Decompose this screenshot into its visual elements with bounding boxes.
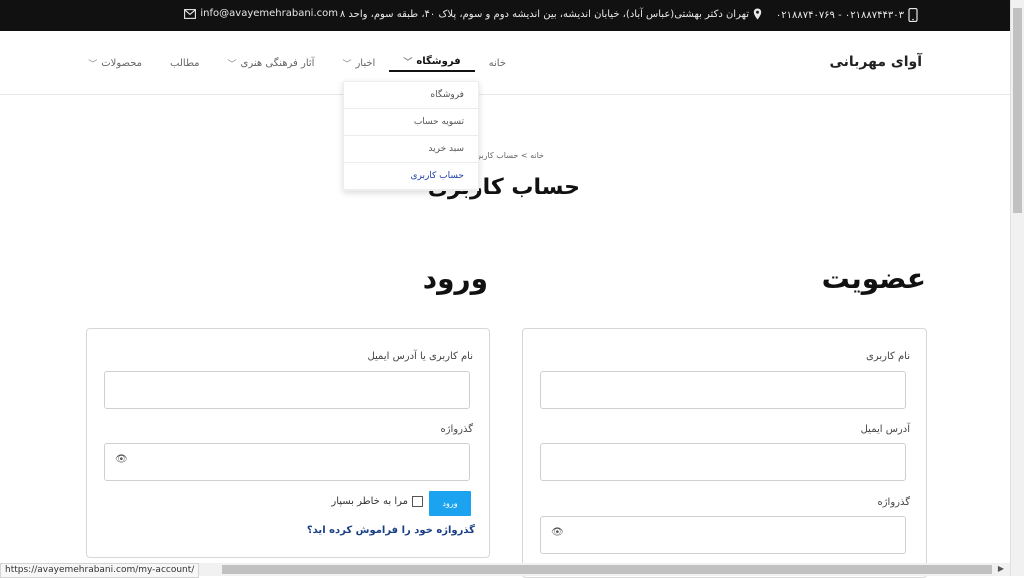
address-text: تهران دکتر بهشتی(عباس آباد)، خیابان اندی… — [339, 8, 749, 20]
dropdown-item-shop[interactable]: فروشگاه — [344, 82, 478, 109]
chevron-down-icon: ﹀ — [227, 60, 237, 70]
register-email-label: آدرس ایمیل — [860, 424, 910, 435]
address-info: تهران دکتر بهشتی(عباس آباد)، خیابان اندی… — [340, 8, 762, 20]
phone-info[interactable]: ۰۲۱۸۸۷۴۴۳۰۳ - ۰۲۱۸۸۷۴۰۷۶۹ — [776, 8, 918, 22]
register-email-input[interactable] — [540, 443, 906, 481]
chevron-down-icon: ﹀ — [403, 58, 413, 68]
horizontal-scroll-thumb[interactable] — [222, 565, 992, 574]
nav-cultural-works[interactable]: آثار فرهنگی هنری ﹀ — [214, 55, 329, 72]
register-username-input[interactable] — [540, 371, 906, 409]
chevron-down-icon: ﹀ — [342, 60, 352, 70]
login-password-input[interactable]: 👁 — [104, 443, 470, 481]
nav-articles[interactable]: مطالب — [156, 55, 213, 72]
dropdown-item-my-account[interactable]: حساب کاربری — [344, 163, 478, 190]
remember-label: مرا به خاطر بسپار — [331, 496, 408, 507]
vertical-scroll-thumb[interactable] — [1013, 8, 1022, 213]
mail-icon — [184, 8, 197, 19]
nav-shop[interactable]: فروشگاه ﹀ — [389, 55, 475, 72]
main-nav: خانه فروشگاه ﹀ اخبار ﹀ آثار فرهنگی هنری ﹀ م… — [74, 55, 520, 72]
register-form: نام کاربری آدرس ایمیل گذرواژه 👁 — [522, 328, 927, 578]
nav-products[interactable]: محصولات ﹀ — [74, 55, 156, 72]
breadcrumb[interactable]: خانه > حساب کاربری — [471, 151, 544, 160]
eye-icon[interactable]: 👁 — [115, 454, 128, 465]
phone-icon — [908, 8, 918, 22]
remember-checkbox[interactable] — [412, 496, 423, 507]
phone-text: ۰۲۱۸۸۷۴۴۳۰۳ - ۰۲۱۸۸۷۴۰۷۶۹ — [775, 9, 904, 21]
register-title: عضویت — [821, 262, 926, 295]
register-username-label: نام کاربری — [866, 351, 910, 362]
dropdown-item-cart[interactable]: سبد خرید — [344, 136, 478, 163]
login-button[interactable]: ورود — [429, 491, 471, 516]
shop-dropdown-menu: فروشگاه تسویه حساب سبد خرید حساب کاربری — [343, 81, 479, 191]
dropdown-item-checkout[interactable]: تسویه حساب — [344, 109, 478, 136]
login-form: نام کاربری یا آدرس ایمیل گذرواژه 👁 ورود … — [86, 328, 490, 558]
top-contact-bar: ۰۲۱۸۸۷۴۴۳۰۳ - ۰۲۱۸۸۷۴۰۷۶۹ تهران دکتر بهش… — [0, 0, 1010, 31]
location-pin-icon — [753, 8, 762, 20]
login-password-label: گذرواژه — [440, 424, 473, 435]
email-info[interactable]: info@avayemehrabani.com — [184, 8, 338, 19]
register-password-input[interactable]: 👁 — [540, 516, 906, 554]
vertical-scrollbar[interactable] — [1010, 0, 1024, 576]
nav-news[interactable]: اخبار ﹀ — [328, 55, 389, 72]
site-header: آوای مهربانی خانه فروشگاه ﹀ اخبار ﹀ آثار ف… — [0, 31, 1010, 95]
email-text: info@avayemehrabani.com — [200, 8, 338, 19]
chevron-down-icon: ﹀ — [88, 60, 98, 70]
forgot-password-link[interactable]: گذرواژه خود را فراموش کرده اید؟ — [307, 525, 475, 536]
scroll-right-arrow-icon[interactable]: ▶ — [998, 564, 1004, 573]
register-password-label: گذرواژه — [877, 497, 910, 508]
eye-icon[interactable]: 👁 — [551, 527, 564, 538]
login-username-label: نام کاربری یا آدرس ایمیل — [367, 351, 473, 362]
remember-me[interactable]: مرا به خاطر بسپار — [331, 496, 423, 507]
login-title: ورود — [422, 262, 488, 295]
site-logo[interactable]: آوای مهربانی — [829, 54, 922, 70]
login-username-input[interactable] — [104, 371, 470, 409]
nav-home[interactable]: خانه — [475, 55, 520, 72]
